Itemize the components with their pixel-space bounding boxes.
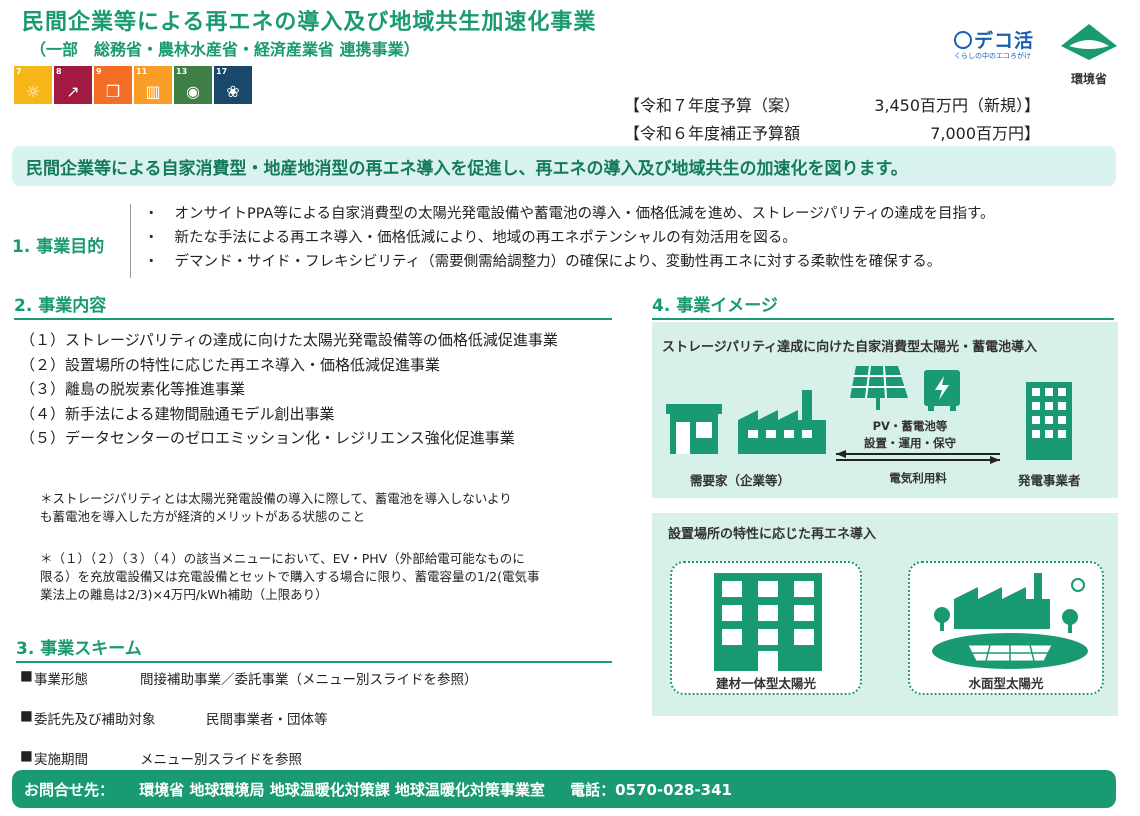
list-item: （３）離島の脱炭素化等推進事業 bbox=[20, 380, 246, 398]
budget-box: 【令和７年度予算（案） 3,450百万円（新規）】 【令和６年度補正予算額 7,00… bbox=[624, 92, 1040, 148]
sdgs-icons: 7 ☼ 8 ↗ 9 ❒ 11 ▥ 13 ◉ 17 ❀ bbox=[14, 66, 252, 104]
purpose-heading: 1. 事業目的 bbox=[12, 237, 105, 257]
sdg-8-growth-chart-icon: 8 ↗ bbox=[54, 66, 92, 104]
scheme-row: ■ 委託先及び補助対象 民間事業者・団体等 bbox=[20, 708, 328, 728]
image-heading: 4. 事業イメージ bbox=[652, 291, 1114, 320]
panel-title: ストレージパリティ達成に向けた自家消費型太陽光・蓄電池導入 bbox=[662, 340, 1038, 355]
sdg-13-eye-globe-icon: 13 ◉ bbox=[174, 66, 212, 104]
decokatsu-logo: デコ活 くらしの中のエコろがけ bbox=[954, 30, 1035, 60]
contact-label: お問合せ先： bbox=[24, 781, 115, 799]
purpose-list: オンサイトPPA等による自家消費型の太陽光発電設備や蓄電池の導入・価格低減を進め… bbox=[144, 202, 995, 274]
contact-footer: お問合せ先： 環境省 地球環境局 地球温暖化対策課 地球温暖化対策事業室 電話：… bbox=[12, 770, 1116, 808]
sdg-11-city-icon: 11 ▥ bbox=[134, 66, 172, 104]
ministry-mark-icon bbox=[1061, 24, 1117, 60]
double-arrow-icon bbox=[836, 450, 1000, 464]
scheme-row: ■ 実施期間 メニュー別スライドを参照 bbox=[20, 748, 302, 768]
fee-label: 電気利用料 bbox=[889, 471, 947, 485]
contact-office: 環境省 地球環境局 地球温暖化対策課 地球温暖化対策事業室 bbox=[139, 781, 545, 799]
storage-parity-panel: ストレージパリティ達成に向けた自家消費型太陽光・蓄電池導入 PV・蓄電池等 設置… bbox=[652, 322, 1118, 498]
shop-icon bbox=[666, 404, 722, 454]
storage-parity-note: ＊ストレージパリティとは太陽光発電設備の導入に際して、蓄電池を導入しないより も… bbox=[40, 491, 512, 524]
page-subtitle: （一部 総務省・農林水産省・経済産業省 連携事業） bbox=[30, 40, 420, 59]
sdg-17-partnership-ring-icon: 17 ❀ bbox=[214, 66, 252, 104]
budget-value: 3,450百万円（新規）】 bbox=[874, 96, 1040, 115]
summary-banner: 民間企業等による自家消費型・地産地消型の再エネ導入を促進し、再エネの導入及び地域… bbox=[12, 146, 1116, 186]
scheme-heading: 3. 事業スキーム bbox=[16, 634, 612, 663]
contact-phone: 電話：0570-028-341 bbox=[570, 781, 732, 799]
list-item: 新たな手法による再エネ導入・価格低減により、地域の再エネポテンシャルの有効活用を… bbox=[144, 226, 995, 250]
bipv-label: 建材一体型太陽光 bbox=[715, 676, 816, 691]
site-specific-panel: 設置場所の特性に応じた再エネ導入 建材一体型太陽光 水面型太陽光 bbox=[652, 513, 1118, 716]
scheme-row: ■ 事業形態 間接補助事業／委託事業（メニュー別スライドを参照） bbox=[20, 668, 478, 688]
page-title: 民間企業等による再エネの導入及び地域共生加速化事業 bbox=[22, 10, 597, 35]
content-heading: 2. 事業内容 bbox=[14, 291, 612, 320]
pv-service-label: 設置・運用・保守 bbox=[864, 436, 956, 450]
budget-label: 【令和６年度補正予算額 bbox=[624, 124, 801, 143]
budget-value: 7,000百万円】 bbox=[930, 124, 1040, 143]
demand-label: 需要家（企業等） bbox=[690, 473, 791, 488]
divider bbox=[130, 204, 131, 278]
list-item: （５）データセンターのゼロエミッション化・レジリエンス強化促進事業 bbox=[20, 429, 515, 447]
office-building-icon bbox=[1026, 382, 1072, 460]
floating-pv-icon bbox=[932, 573, 1088, 669]
list-item: （２）設置場所の特性に応じた再エネ導入・価格低減促進事業 bbox=[20, 355, 441, 374]
list-item: デマンド・サイド・フレキシビリティ（需要側需給調整力）の確保により、変動性再エネ… bbox=[144, 250, 995, 274]
decokatsu-mark-icon bbox=[954, 31, 972, 49]
pv-label: PV・蓄電池等 bbox=[872, 419, 948, 433]
sdg-9-cubes-icon: 9 ❒ bbox=[94, 66, 132, 104]
list-item: （１）ストレージパリティの達成に向けた太陽光発電設備等の価格低減促進事業 bbox=[20, 331, 558, 349]
bipv-building-icon bbox=[714, 573, 822, 671]
solar-panel-icon bbox=[850, 365, 908, 410]
list-item: オンサイトPPA等による自家消費型の太陽光発電設備や蓄電池の導入・価格低減を進め… bbox=[144, 202, 995, 226]
supplier-label: 発電事業者 bbox=[1018, 473, 1081, 488]
logos: デコ活 くらしの中のエコろがけ 環境省 bbox=[950, 20, 1130, 100]
content-list: （１）ストレージパリティの達成に向けた太陽光発電設備等の価格低減促進事業 （２）… bbox=[20, 328, 558, 451]
floating-pv-label: 水面型太陽光 bbox=[968, 676, 1044, 691]
bipv-box: 建材一体型太陽光 bbox=[670, 561, 862, 695]
factory-icon bbox=[738, 390, 826, 454]
ministry-logo: 環境省 bbox=[1054, 20, 1124, 87]
sdg-7-sun-icon: 7 ☼ bbox=[14, 66, 52, 104]
floating-pv-box: 水面型太陽光 bbox=[908, 561, 1104, 695]
list-item: （４）新手法による建物間融通モデル創出事業 bbox=[20, 404, 335, 423]
battery-icon bbox=[924, 370, 960, 411]
panel-title: 設置場所の特性に応じた再エネ導入 bbox=[668, 527, 877, 542]
budget-label: 【令和７年度予算（案） bbox=[624, 96, 801, 115]
ev-subsidy-note: ＊（１）（２）（３）（４）の該当メニューにおいて、EV・PHV（外部給電可能なも… bbox=[40, 551, 540, 602]
